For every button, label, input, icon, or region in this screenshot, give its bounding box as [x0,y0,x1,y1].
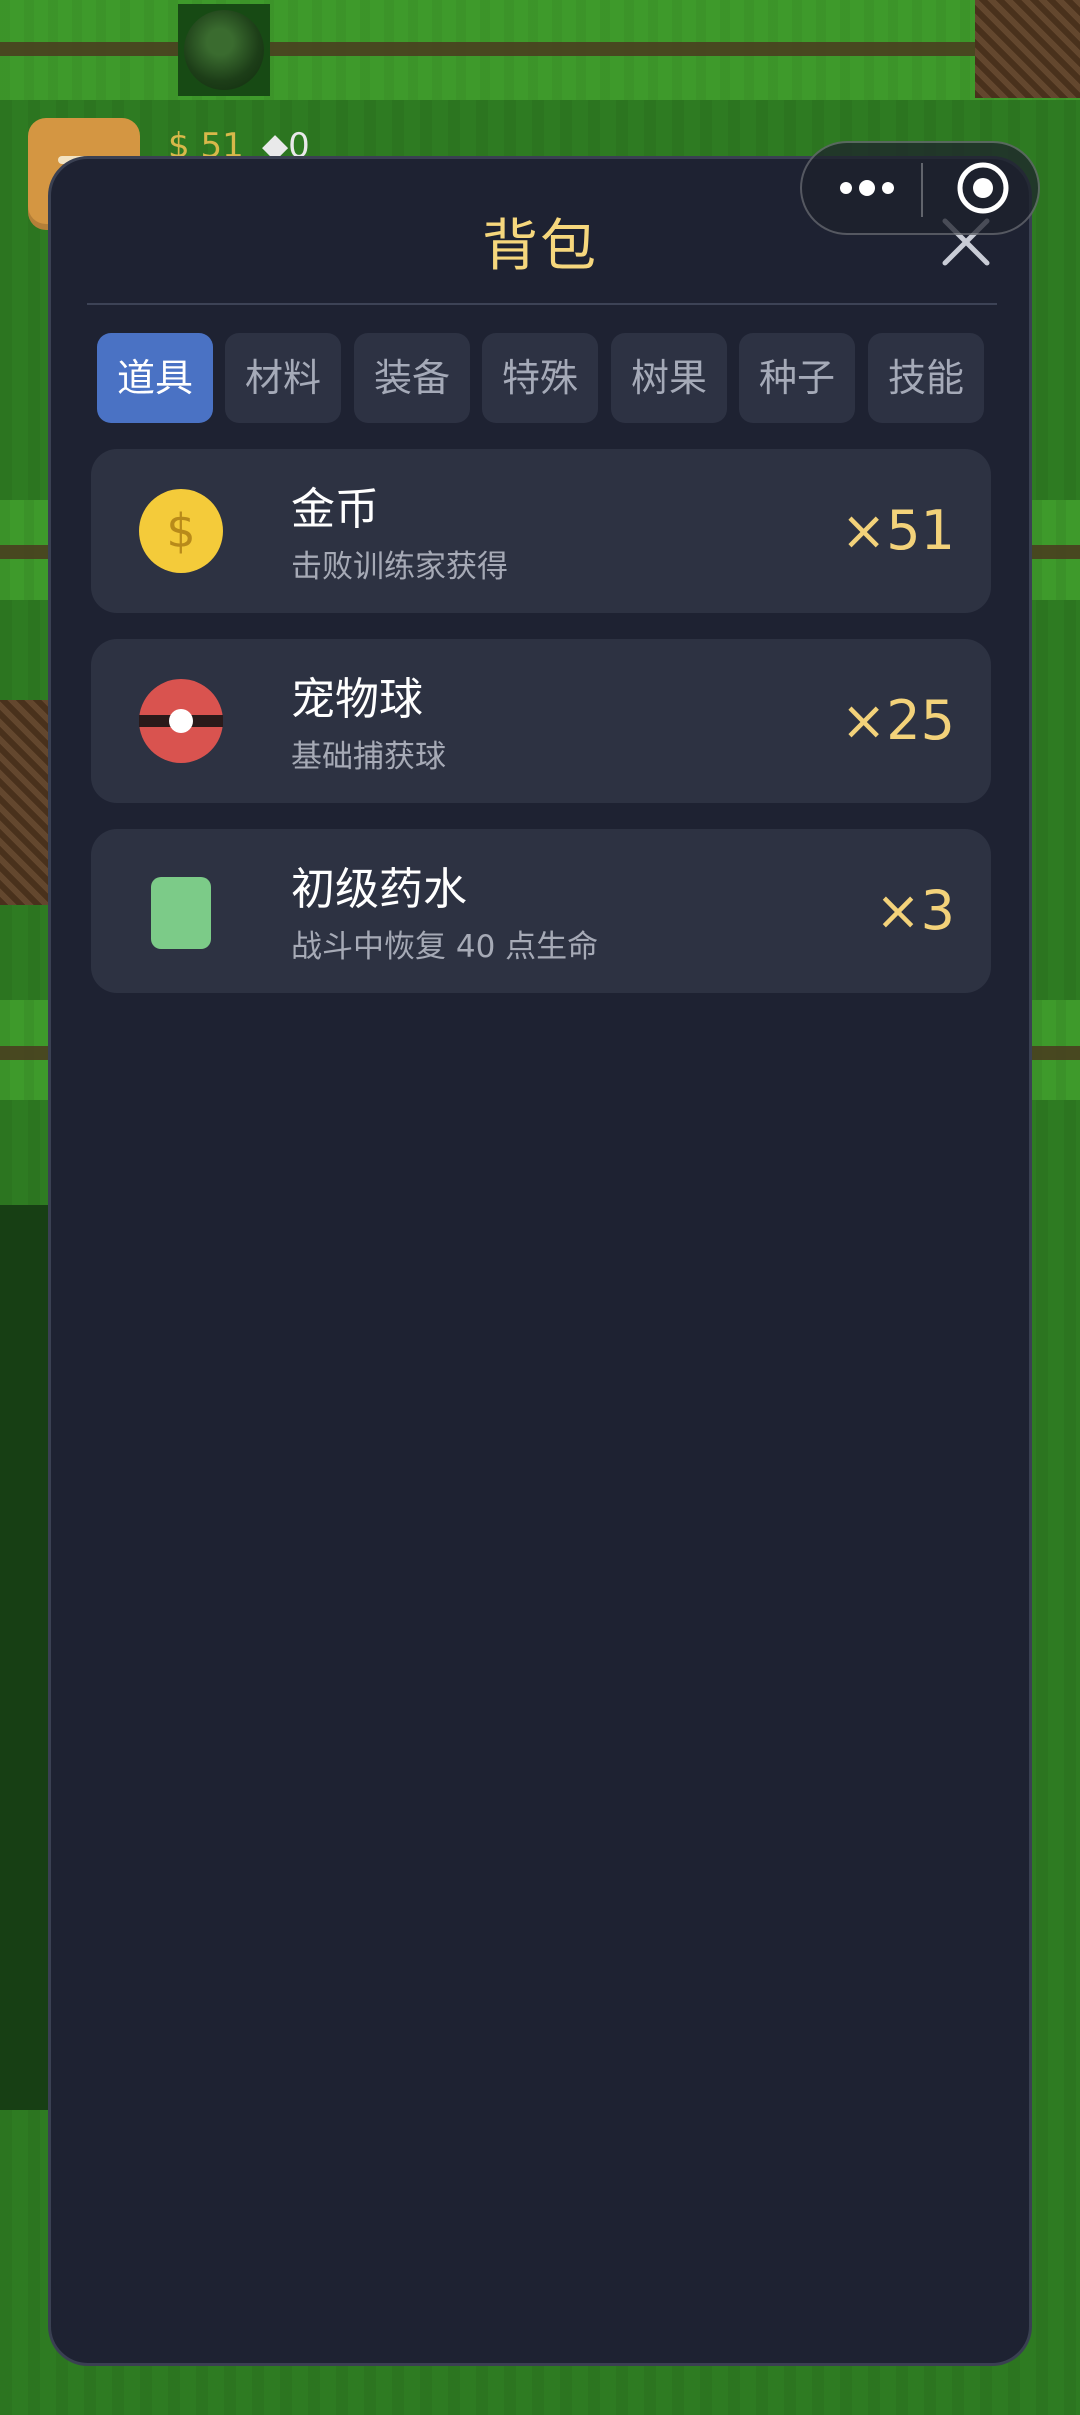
item-name: 金币 [291,484,379,535]
exit-miniprogram-button[interactable] [940,157,1026,219]
list-item[interactable]: $ 金币 击败训练家获得 ×51 [91,449,991,613]
tab-seeds[interactable]: 种子 [739,333,855,423]
tab-berries[interactable]: 树果 [611,333,727,423]
item-name: 宠物球 [291,674,423,725]
title-divider [87,303,997,305]
item-name: 初级药水 [291,864,467,915]
item-count: ×51 [841,499,955,562]
list-item[interactable]: 宠物球 基础捕获球 ×25 [91,639,991,803]
item-description: 战斗中恢复 40 点生命 [291,929,599,965]
tab-items[interactable]: 道具 [97,333,213,423]
tab-skills[interactable]: 技能 [868,333,984,423]
potion-icon [137,867,225,955]
item-count: ×3 [875,879,955,942]
fence-line [0,42,1080,56]
dirt-tile [975,0,1080,98]
pet-ball-icon [137,677,225,765]
svg-text:$: $ [166,504,195,558]
coin-icon: $ [137,487,225,575]
miniprogram-capsule [800,141,1040,235]
item-description: 基础捕获球 [291,739,446,775]
more-icon [840,180,894,196]
tab-materials[interactable]: 材料 [225,333,341,423]
category-tabs: 道具 材料 装备 特殊 树果 种子 技能 [97,333,987,425]
tab-special[interactable]: 特殊 [482,333,598,423]
more-options-button[interactable] [824,157,910,219]
tree-icon [178,4,270,96]
target-icon [957,162,1009,214]
tab-equipment[interactable]: 装备 [354,333,470,423]
item-description: 击败训练家获得 [291,549,508,585]
backpack-modal: 背包 道具 材料 装备 特殊 树果 种子 技能 $ 金币 击败训练家获得 ×51 [48,156,1032,2366]
list-item[interactable]: 初级药水 战斗中恢复 40 点生命 ×3 [91,829,991,993]
item-count: ×25 [841,689,955,752]
